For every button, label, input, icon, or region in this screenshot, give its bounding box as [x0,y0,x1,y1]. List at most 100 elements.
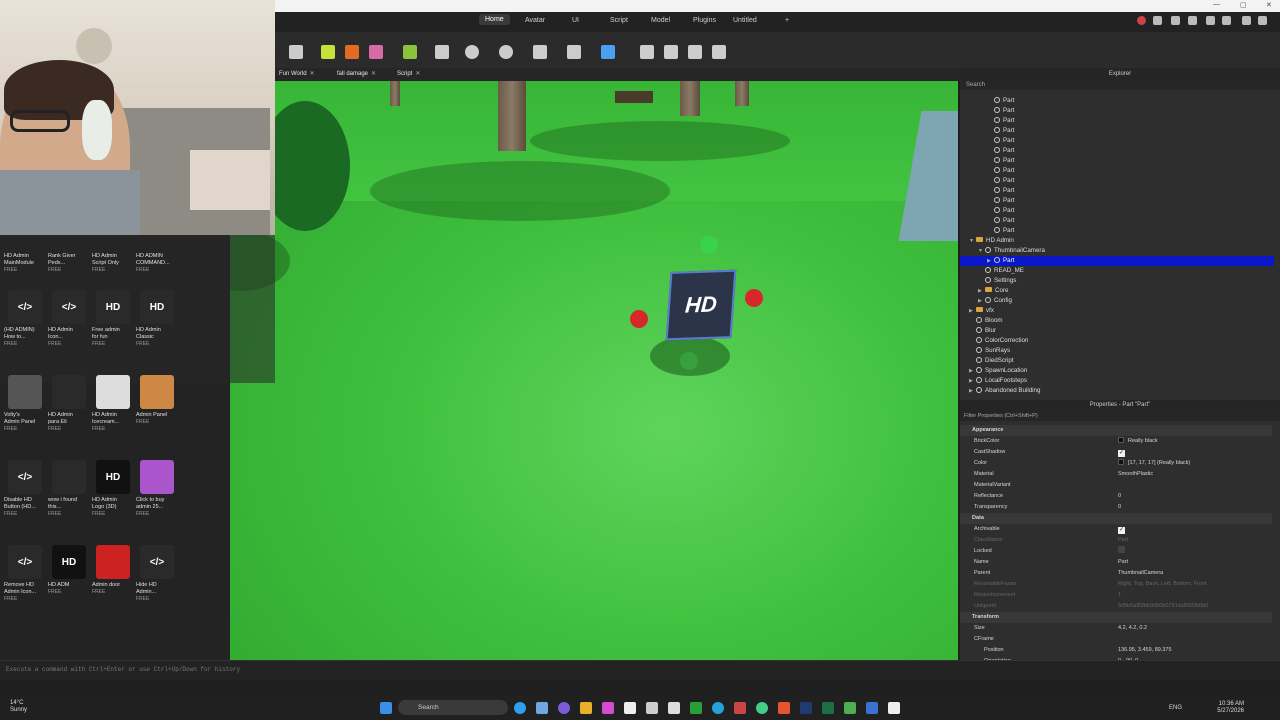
property-row[interactable]: Reflectance 0 [960,491,1272,502]
script-icon[interactable] [403,45,417,59]
explorer-item[interactable]: SunRays [960,346,1274,356]
toolbox-item[interactable]: HD Free admin for fun FREE [92,290,136,347]
tab-ui[interactable]: UI [572,17,579,24]
circle-icon[interactable] [465,45,479,59]
property-row[interactable]: Archivable ✓ [960,524,1272,535]
image-icon[interactable] [369,45,383,59]
move-handle-x-pos[interactable] [745,289,763,307]
explorer-item[interactable]: Part [960,216,1274,226]
property-value[interactable]: ThumbnailCamera [1118,568,1163,579]
toolbox-item[interactable]: HD HD Admin Classic FREE [136,290,180,347]
property-row[interactable]: Color [17, 17, 17] (Really black) [960,458,1272,469]
property-value[interactable]: 5d5b6a9f2bb90b0b0791da8992b0b0 [1118,601,1208,612]
explorer-item[interactable]: Blur [960,326,1274,336]
checkbox[interactable] [1118,546,1125,553]
toolbox-item[interactable]: Rank Giver Peds... FREE [48,250,92,273]
property-row[interactable]: BrickColor Really black [960,436,1272,447]
explorer-item[interactable]: DiedScript [960,356,1274,366]
physics-icon[interactable] [712,45,726,59]
system-tray[interactable]: ENG 10:36 AM 5/27/2026 [1169,701,1244,715]
lock-icon[interactable] [567,45,581,59]
close-icon[interactable]: ✕ [371,71,376,77]
toolbox-item[interactable]: </> Disable HD Button (HD... FREE [4,460,48,517]
property-row[interactable]: UniqueId 5d5b6a9f2bb90b0b0791da8992b0b0 [960,601,1272,612]
team-icon[interactable] [1153,16,1162,25]
move-handle-y[interactable] [700,236,718,254]
explorer-item[interactable]: Part [960,166,1274,176]
property-value[interactable]: 4.2, 4.2, 0.2 [1118,623,1147,634]
explorer-item[interactable]: Part [960,116,1274,126]
xbox-icon[interactable] [690,702,702,714]
property-row[interactable]: Parent ThumbnailCamera [960,568,1272,579]
3d-viewport[interactable] [230,81,958,660]
close-icon[interactable]: ✕ [1266,1,1272,9]
tab-avatar[interactable]: Avatar [525,17,545,24]
property-row[interactable]: ClassName Part [960,535,1272,546]
expand-arrow-icon[interactable]: ▼ [978,246,985,256]
model-icon[interactable] [435,45,449,59]
taskbar-search[interactable]: Search [398,700,508,715]
roblox-studio-icon[interactable] [866,702,878,714]
expand-arrow-icon[interactable]: ▶ [969,386,976,396]
property-row[interactable]: Locked [960,546,1272,557]
tab-plugins[interactable]: Plugins [693,17,716,24]
toolbox-item[interactable]: HD Admin MainModule FREE [4,250,48,273]
explorer-item[interactable]: Part [960,146,1274,156]
property-row[interactable]: Name Part [960,557,1272,568]
explorer-search-input[interactable]: Search [960,80,1280,90]
property-row[interactable]: Material SmoothPlastic [960,469,1272,480]
windows-start-icon[interactable] [380,702,392,714]
explorer-item[interactable]: Settings [960,276,1274,286]
property-value[interactable]: 1 [1118,590,1121,601]
expand-arrow-icon[interactable]: ▶ [978,296,985,306]
move-handle-y-neg[interactable] [680,352,698,370]
explorer-item[interactable]: Part [960,136,1274,146]
doc-tab-fun-world[interactable]: Fun World ✕ [279,70,315,77]
toolbox-item[interactable]: </> (HD ADMIN) How to... FREE [4,290,48,347]
checkbox[interactable]: ✓ [1118,450,1125,457]
toolbox-item[interactable]: Admin door FREE [92,545,136,595]
toolbox-item[interactable]: HD Admin Script Only FREE [92,250,136,273]
move-handle-x-neg[interactable] [630,310,648,328]
expand-arrow-icon[interactable]: ▶ [969,306,976,316]
explorer-item[interactable]: ▼ HD Admin [960,236,1274,246]
toolbox-item[interactable]: </> Remove HD Admin Icon... FREE [4,545,48,602]
property-value[interactable]: Part [1118,535,1128,546]
chrome-icon[interactable] [756,702,768,714]
explorer-item[interactable]: ▶ Config [960,296,1274,306]
checkbox[interactable]: ✓ [1118,527,1125,534]
app-icon[interactable] [602,702,614,714]
expand-arrow-icon[interactable]: ▼ [969,236,976,246]
property-section[interactable]: Appearance [960,425,1272,436]
layout-icon[interactable] [664,45,678,59]
tab-home[interactable]: Home [479,14,510,25]
property-value[interactable]: SmoothPlastic [1118,469,1153,480]
explorer-item[interactable]: Part [960,186,1274,196]
expand-arrow-icon[interactable]: ▶ [987,256,994,266]
language-indicator[interactable]: ENG [1169,705,1182,712]
property-value[interactable]: 136.95, 3.459, 89.375 [1118,645,1172,656]
app-icon[interactable] [558,702,570,714]
property-row[interactable]: ResizeableFaces Right, Top, Back, Left, B… [960,579,1272,590]
doc-tab-fall-damage[interactable]: fall damage ✕ [337,70,376,77]
property-section[interactable]: Data [960,513,1272,524]
explorer-item[interactable]: ▶ SpawnLocation [960,366,1274,376]
explorer-item[interactable]: ▼ ThumbnailCamera [960,246,1274,256]
close-icon[interactable]: ✕ [415,71,420,77]
doc-tab-script[interactable]: Script ✕ [397,70,420,77]
toolbox-item[interactable]: wow i found this... FREE [48,460,92,517]
property-value[interactable]: ✓ [1118,524,1125,535]
property-value[interactable]: Part [1118,557,1128,568]
property-value[interactable]: ✓ [1118,447,1125,458]
paint-icon[interactable] [345,45,359,59]
expand-arrow-icon[interactable]: ▶ [978,286,985,296]
widgets-icon[interactable] [536,702,548,714]
app-icon[interactable] [734,702,746,714]
excel-icon[interactable] [822,702,834,714]
bell-icon[interactable] [1242,16,1251,25]
toolbox-item[interactable]: Click to buy admin 25... FREE [136,460,180,517]
brave-icon[interactable] [778,702,790,714]
toolbox-item[interactable]: Admin Panel FREE [136,375,180,425]
expand-arrow-icon[interactable]: ▶ [969,366,976,376]
notepad-icon[interactable] [624,702,636,714]
